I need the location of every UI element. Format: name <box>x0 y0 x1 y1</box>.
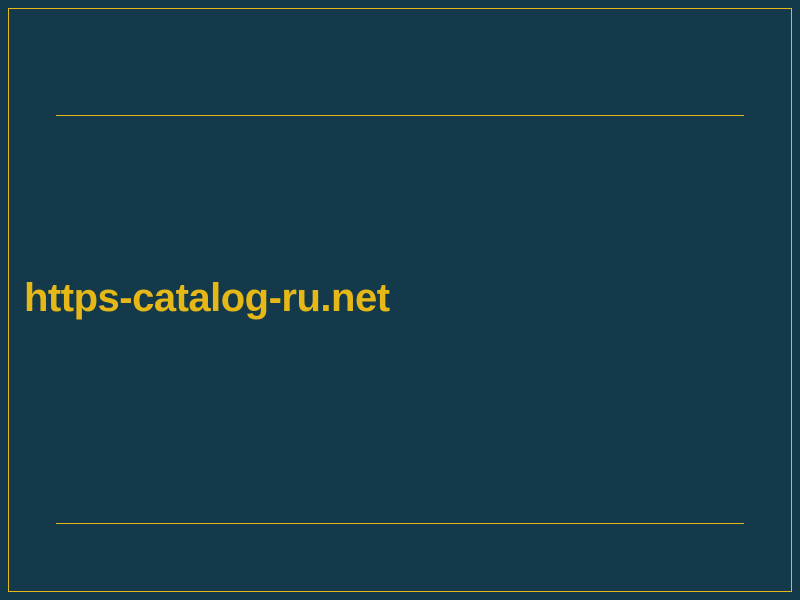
domain-name: https-catalog-ru.net <box>24 276 390 321</box>
divider-top <box>56 115 744 116</box>
divider-bottom <box>56 523 744 524</box>
